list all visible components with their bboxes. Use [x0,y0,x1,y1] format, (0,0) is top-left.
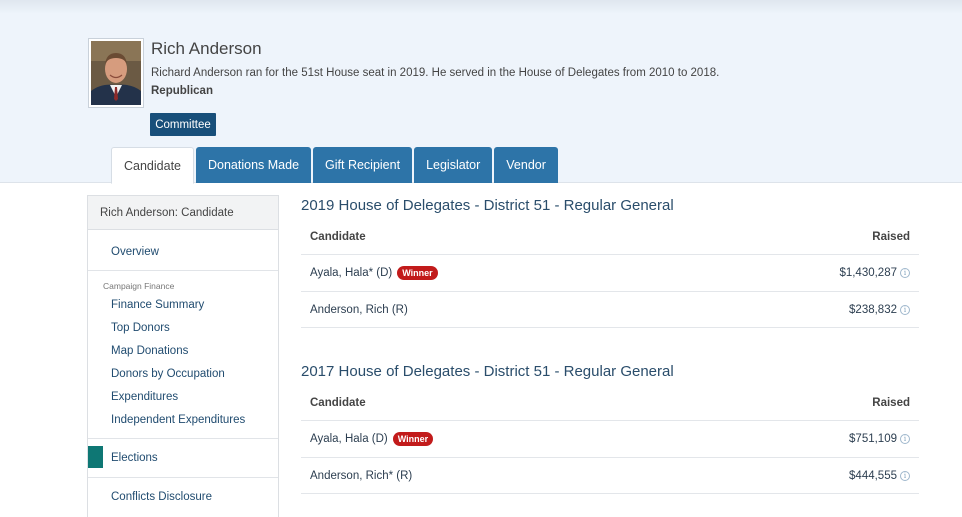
candidate-link[interactable]: Anderson, Rich (R) [310,304,408,316]
committee-button[interactable]: Committee [150,113,216,136]
candidate-link[interactable]: Ayala, Hala (D) [310,433,388,445]
sidebar-item-elections-wrap[interactable]: Elections [88,446,278,469]
race-table: Candidate Raised Ayala, Hala (D) Winner … [301,386,919,494]
sidebar-divider [88,270,278,271]
table-header: Candidate Raised [301,220,919,254]
sidebar-nav: Rich Anderson: Candidate Overview Campai… [87,195,279,517]
tab-donations-made[interactable]: Donations Made [196,147,312,183]
info-icon[interactable]: i [900,470,910,481]
raised-cell: $751,109 i [849,433,910,445]
candidate-cell: Ayala, Hala (D) Winner [310,432,434,446]
info-icon[interactable]: i [900,268,910,278]
raised-cell: $444,555 i [849,470,910,482]
winner-badge: Winner [397,266,438,280]
candidate-bio: Richard Anderson ran for the 51st House … [151,67,720,79]
raised-amount: $238,832 [849,303,897,316]
candidate-link[interactable]: Ayala, Hala* (D) [310,267,392,279]
sidebar-header: Rich Anderson: Candidate [88,196,278,230]
tab-vendor[interactable]: Vendor [494,147,558,183]
candidate-photo [88,38,144,108]
profile-tabs: Candidate Donations Made Gift Recipient … [111,147,560,184]
tab-legislator[interactable]: Legislator [414,147,493,183]
raised-amount: $751,109 [849,433,897,445]
sidebar-item-map-donations[interactable]: Map Donations [88,339,278,362]
table-row: Ayala, Hala* (D) Winner $1,430,287 i [301,254,919,291]
raised-cell: $1,430,287 i [839,267,910,279]
table-row: Anderson, Rich* (R) $444,555 i [301,457,919,494]
sidebar-item-finance-summary[interactable]: Finance Summary [88,293,278,316]
profile-header: Rich Anderson Richard Anderson ran for t… [0,0,962,184]
winner-badge: Winner [392,432,434,446]
table-row: Ayala, Hala (D) Winner $751,109 i [301,420,919,457]
sidebar-item-independent-expenditures[interactable]: Independent Expenditures [88,408,278,431]
sidebar-item-conflicts-disclosure[interactable]: Conflicts Disclosure [88,485,278,508]
elections-content: 2019 House of Delegates - District 51 - … [301,190,919,494]
tab-candidate[interactable]: Candidate [111,147,194,184]
table-header: Candidate Raised [301,386,919,420]
raised-cell: $238,832 i [849,304,910,316]
header-shade [0,0,962,14]
race-table: Candidate Raised Ayala, Hala* (D) Winner… [301,220,919,328]
race-title[interactable]: 2017 House of Delegates - District 51 - … [301,356,919,386]
sidebar-item-top-donors[interactable]: Top Donors [88,316,278,339]
race-section: 2017 House of Delegates - District 51 - … [301,356,919,494]
raised-amount: $444,555 [849,469,897,482]
table-row: Anderson, Rich (R) $238,832 i [301,291,919,328]
candidate-name: Rich Anderson [151,39,262,58]
column-raised: Raised [872,231,910,243]
candidate-cell: Anderson, Rich* (R) [310,470,412,482]
race-section: 2019 House of Delegates - District 51 - … [301,190,919,328]
race-title[interactable]: 2019 House of Delegates - District 51 - … [301,190,919,220]
info-icon[interactable]: i [900,434,910,444]
info-icon[interactable]: i [900,304,910,315]
column-candidate: Candidate [310,397,366,409]
active-marker [88,446,103,468]
sidebar-item-overview[interactable]: Overview [88,240,278,263]
sidebar-category-label: Campaign Finance [103,280,175,291]
sidebar-item-expenditures[interactable]: Expenditures [88,385,278,408]
sidebar-item-elections[interactable]: Elections [88,446,278,469]
raised-amount: $1,430,287 [839,267,897,279]
candidate-party: Republican [151,85,213,97]
sidebar-item-donors-by-occupation[interactable]: Donors by Occupation [88,362,278,385]
column-raised: Raised [872,397,910,409]
tab-gift-recipient[interactable]: Gift Recipient [313,147,413,183]
candidate-cell: Anderson, Rich (R) [310,304,408,316]
candidate-photo-image [91,41,141,105]
candidate-cell: Ayala, Hala* (D) Winner [310,266,438,280]
column-candidate: Candidate [310,231,366,243]
candidate-link[interactable]: Anderson, Rich* (R) [310,470,412,482]
